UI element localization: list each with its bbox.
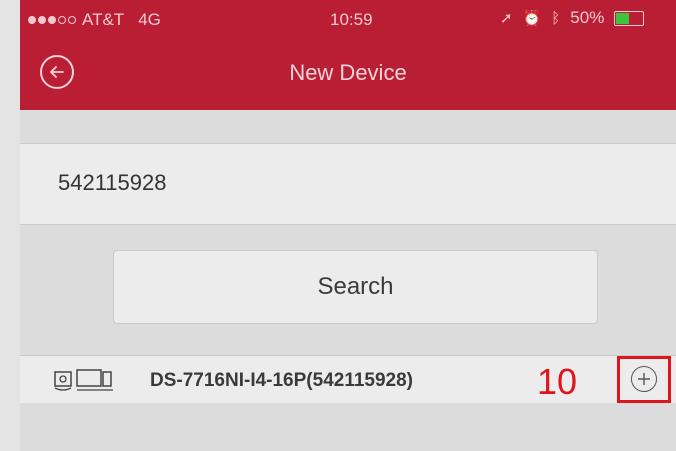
battery-icon — [614, 10, 645, 26]
empty-list-area — [20, 403, 676, 451]
status-bar: AT&T 4G 10:59 ➚ ⏰ ᛒ 50% — [20, 0, 676, 40]
status-time: 10:59 — [330, 10, 373, 29]
battery-percent: 50% — [570, 8, 605, 27]
serial-number-input[interactable]: 542115928 — [20, 143, 676, 225]
location-arrow-icon: ➚ — [500, 10, 513, 27]
device-name: DS-7716NI-I4-16P(542115928) — [150, 370, 414, 391]
phone-screen: AT&T 4G 10:59 ➚ ⏰ ᛒ 50% New Device 54211… — [20, 0, 676, 451]
app-header: AT&T 4G 10:59 ➚ ⏰ ᛒ 50% New Device — [20, 0, 676, 110]
search-button[interactable]: Search — [113, 250, 598, 324]
step-number-annotation: 10 — [537, 361, 578, 402]
device-list-item[interactable]: DS-7716NI-I4-16P(542115928) 10 — [20, 355, 676, 404]
background-frame — [0, 0, 20, 451]
alarm-icon: ⏰ — [522, 10, 542, 27]
add-device-button[interactable] — [631, 366, 657, 392]
status-carrier: AT&T 4G — [28, 10, 161, 30]
battery-level — [616, 12, 630, 24]
signal-strength-icon — [28, 16, 76, 24]
serial-number-value: 542115928 — [58, 170, 167, 195]
page-title: New Device — [289, 60, 407, 85]
status-indicators: ➚ ⏰ ᛒ 50% — [500, 8, 645, 28]
bluetooth-icon: ᛒ — [551, 9, 561, 27]
navigation-bar: New Device — [20, 40, 676, 110]
network-type: 4G — [138, 10, 161, 29]
nvr-camera-icon — [54, 369, 113, 391]
add-circle-icon — [638, 373, 650, 385]
carrier-name: AT&T — [82, 10, 125, 29]
